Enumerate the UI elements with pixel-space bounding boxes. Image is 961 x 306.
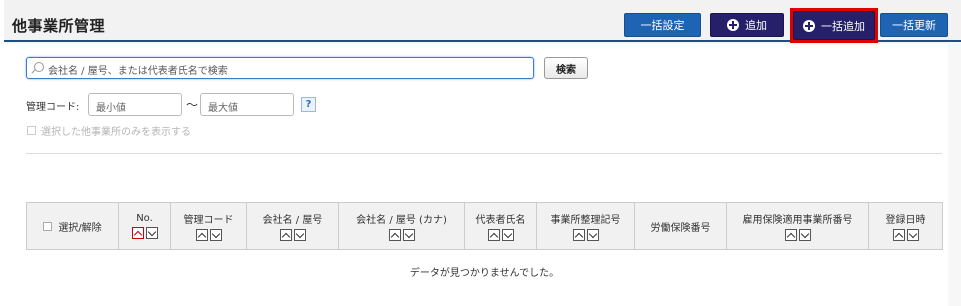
select-all-column[interactable]: 選択/解除 bbox=[27, 203, 119, 249]
main-content: 会社名 / 屋号、または代表者氏名で検索 検索 管理コード: 最小値 〜 最大値… bbox=[0, 44, 948, 306]
help-icon[interactable]: ? bbox=[301, 97, 316, 112]
sort-desc-icon[interactable] bbox=[209, 229, 222, 241]
only-selected-toggle[interactable]: 選択した他事業所のみを表示する bbox=[27, 123, 191, 138]
column-office-code: 事業所整理記号 bbox=[537, 203, 635, 249]
sort-controls bbox=[572, 229, 599, 241]
divider bbox=[26, 153, 942, 154]
column-label: 管理コード bbox=[183, 215, 234, 226]
column-labor-insurance-number: 労働保険番号 bbox=[635, 203, 727, 249]
column-label: 雇用保険適用事業所番号 bbox=[742, 215, 853, 226]
header-strip bbox=[0, 0, 4, 42]
plus-circle-icon bbox=[803, 19, 815, 32]
page: 他事業所管理 一括設定 追加 一括追加 一括更新 会社名 / 屋号、または代表者… bbox=[0, 0, 961, 306]
only-selected-checkbox[interactable] bbox=[27, 126, 36, 135]
management-code-min-input[interactable]: 最小値 bbox=[88, 93, 182, 116]
add-label: 追加 bbox=[745, 19, 767, 32]
sort-controls bbox=[784, 229, 811, 241]
sort-desc-icon[interactable] bbox=[402, 229, 415, 241]
sort-desc-icon[interactable] bbox=[145, 227, 158, 239]
column-representative-name: 代表者氏名 bbox=[465, 203, 537, 249]
table-header: 選択/解除 No. 管理コード 会社名 / 屋号 会社名 / 屋号 (カナ) 代… bbox=[26, 202, 943, 250]
sort-desc-icon[interactable] bbox=[586, 229, 599, 241]
column-company-name-kana: 会社名 / 屋号 (カナ) bbox=[339, 203, 465, 249]
sort-asc-icon[interactable] bbox=[131, 227, 144, 239]
add-button[interactable]: 追加 bbox=[710, 13, 784, 37]
management-code-label: 管理コード: bbox=[26, 102, 80, 113]
bulk-add-button[interactable]: 一括追加 bbox=[793, 11, 875, 40]
bulk-update-label: 一括更新 bbox=[892, 19, 936, 32]
column-management-code: 管理コード bbox=[171, 203, 247, 249]
sort-desc-icon[interactable] bbox=[293, 229, 306, 241]
bulk-add-label: 一括追加 bbox=[821, 19, 865, 33]
column-employment-insurance-number: 雇用保険適用事業所番号 bbox=[727, 203, 869, 249]
sort-asc-icon[interactable] bbox=[892, 229, 905, 241]
sort-asc-icon[interactable] bbox=[195, 229, 208, 241]
sort-asc-icon[interactable] bbox=[784, 229, 797, 241]
column-label: 登録日時 bbox=[885, 215, 926, 226]
sort-desc-icon[interactable] bbox=[501, 229, 514, 241]
sort-asc-icon[interactable] bbox=[487, 229, 500, 241]
sort-asc-icon[interactable] bbox=[279, 229, 292, 241]
plus-circle-icon bbox=[727, 19, 739, 31]
sort-controls bbox=[892, 229, 919, 241]
management-code-max-input[interactable]: 最大値 bbox=[200, 93, 294, 116]
column-company-name: 会社名 / 屋号 bbox=[247, 203, 339, 249]
column-label: 選択/解除 bbox=[58, 222, 102, 234]
column-no: No. bbox=[119, 203, 171, 249]
only-selected-label: 選択した他事業所のみを表示する bbox=[41, 127, 191, 138]
sort-controls bbox=[279, 229, 306, 241]
sort-desc-icon[interactable] bbox=[798, 229, 811, 241]
search-input[interactable]: 会社名 / 屋号、または代表者氏名で検索 bbox=[26, 57, 534, 79]
column-registered-at: 登録日時 bbox=[869, 203, 942, 249]
empty-message: データが見つかりませんでした。 bbox=[409, 268, 560, 279]
bulk-update-button[interactable]: 一括更新 bbox=[880, 13, 948, 37]
sort-controls bbox=[131, 227, 158, 239]
sort-controls bbox=[388, 229, 415, 241]
sort-controls bbox=[487, 229, 514, 241]
column-label: 代表者氏名 bbox=[475, 215, 526, 226]
sort-asc-icon[interactable] bbox=[572, 229, 585, 241]
range-separator: 〜 bbox=[186, 98, 199, 112]
sort-asc-icon[interactable] bbox=[388, 229, 401, 241]
column-label: 会社名 / 屋号 bbox=[262, 215, 323, 226]
search-button[interactable]: 検索 bbox=[544, 57, 588, 79]
page-header: 他事業所管理 一括設定 追加 一括追加 一括更新 bbox=[0, 0, 961, 43]
search-placeholder: 会社名 / 屋号、または代表者氏名で検索 bbox=[48, 66, 228, 77]
bulk-settings-label: 一括設定 bbox=[640, 19, 685, 32]
bulk-settings-button[interactable]: 一括設定 bbox=[624, 13, 701, 37]
column-label: No. bbox=[136, 213, 153, 224]
column-label: 労働保険番号 bbox=[650, 222, 711, 234]
column-label: 事業所整理記号 bbox=[550, 215, 621, 226]
select-all-checkbox[interactable] bbox=[43, 221, 53, 231]
page-title: 他事業所管理 bbox=[12, 17, 106, 35]
column-label: 会社名 / 屋号 (カナ) bbox=[356, 215, 447, 226]
sort-desc-icon[interactable] bbox=[906, 229, 919, 241]
search-icon bbox=[34, 62, 44, 72]
sort-controls bbox=[195, 229, 222, 241]
